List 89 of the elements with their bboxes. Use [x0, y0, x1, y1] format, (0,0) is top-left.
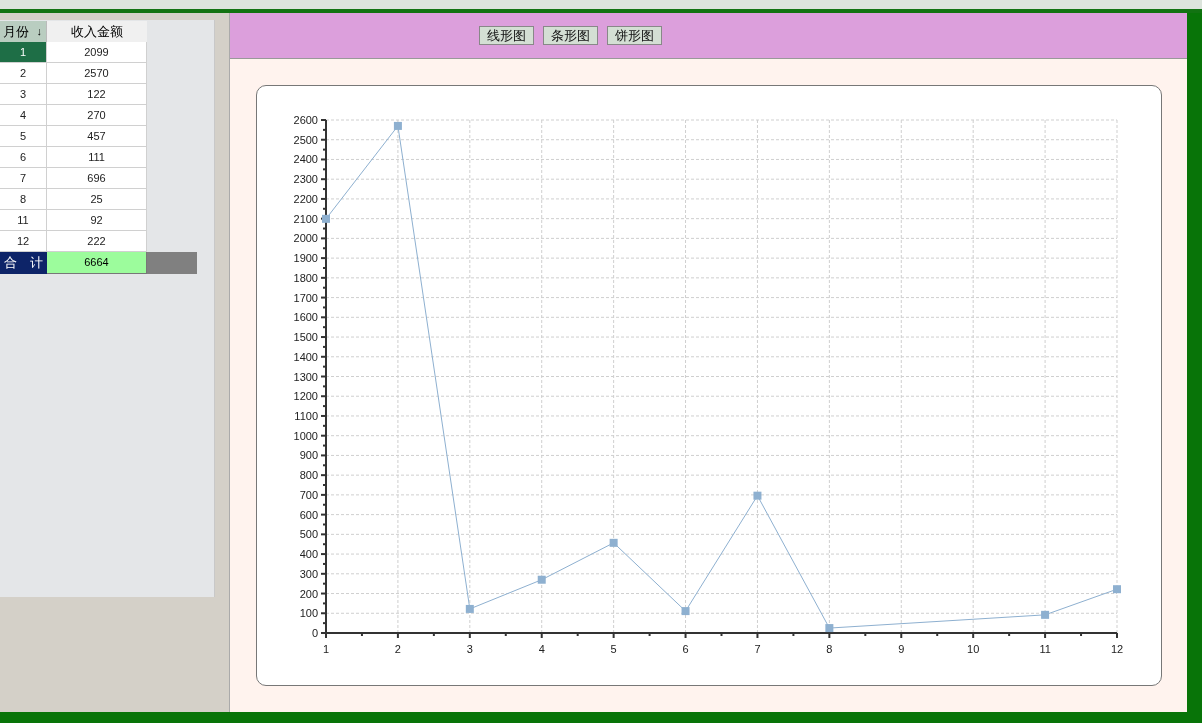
y-tick-label: 800 — [299, 469, 318, 482]
y-tick-label: 1500 — [293, 331, 318, 344]
table-cell: 122 — [47, 84, 147, 105]
y-tick-label: 1000 — [293, 429, 318, 442]
table-cell: 8 — [0, 189, 47, 210]
table-row[interactable]: 4 270 — [0, 105, 214, 126]
y-tick-label: 1900 — [293, 252, 318, 265]
table-cell: 111 — [47, 147, 147, 168]
table-row[interactable]: 7 696 — [0, 168, 214, 189]
y-tick-label: 900 — [299, 449, 318, 462]
x-tick-label: 2 — [394, 643, 401, 655]
table-row[interactable]: 5 457 — [0, 126, 214, 147]
y-tick-label: 1700 — [293, 291, 318, 304]
header-label: 月份 — [2, 22, 29, 41]
table-cell: 222 — [47, 231, 147, 252]
table-row[interactable]: 6 111 — [0, 147, 214, 168]
data-point — [753, 491, 762, 500]
data-point — [465, 604, 474, 613]
y-tick-label: 100 — [299, 607, 318, 620]
table-cell: 3 — [0, 84, 47, 105]
total-value: 6664 — [47, 252, 147, 274]
table-cell: 92 — [47, 210, 147, 231]
table-row[interactable]: 12 222 — [0, 231, 214, 252]
table-cell: 2570 — [47, 63, 147, 84]
chart-type-button[interactable]: 条形图 — [543, 26, 598, 45]
y-tick-label: 500 — [299, 528, 318, 541]
table-row[interactable]: 11 92 — [0, 210, 214, 231]
table-cell: 4 — [0, 105, 47, 126]
x-tick-label: 5 — [610, 643, 617, 655]
y-tick-label: 200 — [299, 587, 318, 600]
table-cell: 2099 — [47, 42, 147, 63]
table-cell: 270 — [47, 105, 147, 126]
y-tick-label: 2600 — [293, 114, 318, 126]
y-tick-label: 0 — [311, 627, 318, 639]
y-tick-label: 2200 — [293, 192, 318, 205]
data-point — [1041, 610, 1050, 619]
y-tick-label: 2400 — [293, 153, 318, 166]
data-point — [681, 607, 690, 616]
y-tick-label: 1800 — [293, 271, 318, 284]
y-tick-label: 400 — [299, 548, 318, 561]
column-header[interactable]: 月份 ↓ — [0, 21, 47, 42]
table-row[interactable]: 1 2099 — [0, 42, 214, 63]
table-cell: 25 — [47, 189, 147, 210]
x-tick-label: 7 — [754, 643, 761, 655]
data-point — [1113, 585, 1121, 594]
x-tick-label: 8 — [826, 643, 833, 655]
x-tick-label: 12 — [1110, 643, 1124, 655]
table-cell: 6 — [0, 147, 47, 168]
y-tick-label: 2500 — [293, 133, 318, 146]
data-point — [322, 214, 330, 223]
sort-arrow: ↓ — [36, 24, 42, 40]
table-row[interactable]: 3 122 — [0, 84, 214, 105]
x-tick-label: 1 — [322, 643, 330, 655]
table-row[interactable]: 2 2570 — [0, 63, 214, 84]
x-tick-label: 11 — [1039, 643, 1051, 655]
y-tick-label: 1100 — [294, 409, 318, 422]
y-tick-label: 1600 — [293, 311, 318, 324]
chart-type-button[interactable]: 饼形图 — [607, 26, 662, 45]
y-tick-label: 1200 — [293, 390, 318, 403]
total-label: 合 计 — [0, 252, 47, 274]
chart-type-button[interactable]: 线形图 — [479, 26, 534, 45]
x-tick-label: 6 — [682, 643, 689, 655]
data-point — [825, 624, 834, 633]
table-row[interactable]: 8 25 — [0, 189, 214, 210]
table-cell: 2 — [0, 63, 47, 84]
total-filler — [147, 252, 197, 274]
data-point — [609, 538, 618, 547]
y-tick-label: 2000 — [293, 232, 318, 245]
table-cell: 11 — [0, 210, 47, 231]
data-point — [393, 121, 402, 130]
y-tick-label: 1400 — [293, 350, 318, 363]
y-tick-label: 700 — [299, 488, 318, 501]
column-header[interactable]: 收入金额 — [47, 21, 147, 42]
y-tick-label: 2100 — [293, 212, 318, 225]
x-tick-label: 10 — [967, 643, 980, 655]
y-tick-label: 1300 — [293, 370, 318, 383]
x-tick-label: 3 — [466, 643, 473, 655]
table-cell: 7 — [0, 168, 47, 189]
x-tick-label: 4 — [538, 643, 545, 655]
y-tick-label: 600 — [299, 508, 318, 521]
table-cell: 12 — [0, 231, 47, 252]
table-cell: 1 — [0, 42, 47, 63]
x-tick-label: 9 — [898, 643, 905, 655]
table-cell: 696 — [47, 168, 147, 189]
table-cell: 5 — [0, 126, 47, 147]
table-cell: 457 — [47, 126, 147, 147]
y-tick-label: 2300 — [293, 173, 318, 186]
data-point — [537, 575, 546, 584]
y-tick-label: 300 — [299, 567, 318, 580]
